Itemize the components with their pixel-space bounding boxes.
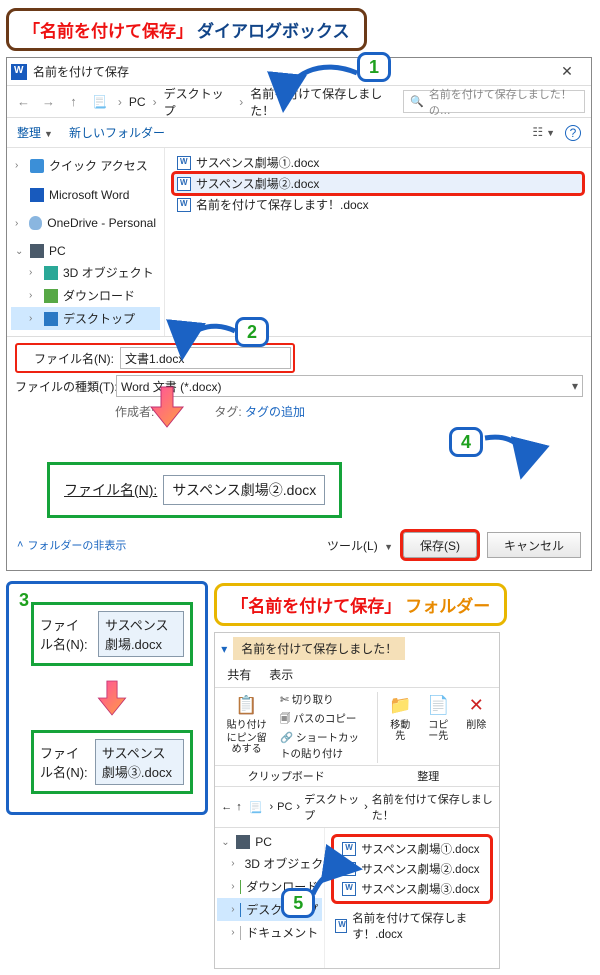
step3-before-value: サスペンス劇場.docx <box>98 611 184 657</box>
organize-menu[interactable]: 整理▼ <box>17 124 53 141</box>
cut-button[interactable]: ✄ 切り取り <box>280 692 334 709</box>
new-folder-button[interactable]: 新しいフォルダー <box>69 124 165 141</box>
nav-back[interactable]: ← <box>221 801 232 813</box>
word-file-icon <box>177 156 191 170</box>
callout-badge-5: 5 <box>281 888 315 918</box>
file-row[interactable]: サスペンス劇場②.docx <box>338 859 486 879</box>
moveto-icon[interactable]: 📁 <box>387 692 413 718</box>
callout-badge-2: 2 <box>235 317 269 347</box>
tag-label: タグ: <box>214 405 241 419</box>
step3-after: ファイル名(N): サスペンス劇場③.docx <box>31 730 193 794</box>
filename-area: 2 ファイル名(N): 文書1.docx ファイルの種類(T): Word 文書… <box>7 336 591 522</box>
arrow-1 <box>272 63 362 113</box>
save-as-dialog: 名前を付けて保存 ✕ ← → ↑ 📃 › PC › デスクトップ › 名前を付け… <box>6 57 592 571</box>
crumb-pc[interactable]: PC <box>129 95 146 109</box>
arrow-5 <box>309 864 359 900</box>
ribbon-group-clipboard: クリップボード <box>215 766 357 786</box>
step3-panel: 3 ファイル名(N): サスペンス劇場.docx ファイル名(N): サスペンス… <box>6 581 208 815</box>
file-row[interactable]: 名前を付けて保存します！.docx <box>331 908 493 944</box>
tree-desktop[interactable]: ›デスクトップ <box>11 307 160 330</box>
file-row-selected[interactable]: サスペンス劇場②.docx <box>173 173 583 194</box>
tree-word[interactable]: Microsoft Word <box>11 185 160 205</box>
annotation-header-folder: 「名前を付けて保存」 フォルダー <box>214 583 507 626</box>
paste-shortcut-button[interactable]: 🔗 ショートカットの貼り付け <box>280 730 367 764</box>
callout-badge-1: 1 <box>357 52 391 82</box>
nav-forward[interactable]: → <box>38 91 59 113</box>
tree-3d[interactable]: ›3D オブジェクト <box>11 261 160 284</box>
save-button[interactable]: 保存(S) <box>403 532 477 558</box>
close-button[interactable]: ✕ <box>547 58 587 86</box>
pink-arrow-down-2 <box>95 678 129 718</box>
explorer-file-list: サスペンス劇場①.docx サスペンス劇場②.docx サスペンス劇場③.doc… <box>325 828 499 968</box>
chevron-down-icon[interactable]: ▾ <box>221 642 227 656</box>
step3-after-value: サスペンス劇場③.docx <box>95 739 184 785</box>
search-placeholder: 名前を付けて保存しました！の… <box>429 86 578 118</box>
word-file-icon <box>342 842 356 856</box>
step3-before: ファイル名(N): サスペンス劇場.docx <box>31 602 193 666</box>
help-button[interactable]: ? <box>565 125 581 141</box>
filename-label: ファイル名(N): <box>19 350 114 367</box>
filetype-label: ファイルの種類(T): <box>15 378 110 395</box>
file-row[interactable]: サスペンス劇場①.docx <box>173 152 583 173</box>
etree-docs[interactable]: ›ドキュメント <box>217 921 322 944</box>
tab-view[interactable]: 表示 <box>269 666 293 683</box>
file-row[interactable]: サスペンス劇場①.docx <box>338 839 486 859</box>
tree-quick-access[interactable]: ›クイック アクセス <box>11 154 160 177</box>
crumb-root-icon[interactable]: 📃 <box>88 95 111 109</box>
nav-up[interactable]: ↑ <box>63 91 84 113</box>
tree-onedrive[interactable]: ›OneDrive - Personal <box>11 213 160 233</box>
dialog-bottom-bar: ˄フォルダーの非表示 ツール(L) ▼ 保存(S) キャンセル <box>7 522 591 570</box>
nav-back[interactable]: ← <box>13 91 34 113</box>
tools-menu[interactable]: ツール(L) ▼ <box>327 537 393 554</box>
search-input[interactable]: 🔍 名前を付けて保存しました！の… <box>403 90 585 113</box>
word-app-icon <box>11 64 27 80</box>
crumb-desktop[interactable]: デスクトップ <box>164 85 233 119</box>
gfn-label: ファイル名(N): <box>64 480 157 500</box>
word-file-icon <box>177 177 191 191</box>
crumb-folder[interactable]: 名前を付けて保存しました！ <box>372 791 493 823</box>
search-icon: 🔍 <box>410 95 424 108</box>
anno-quoted: 「名前を付けて保存」 <box>23 17 193 42</box>
arrow-2 <box>175 323 241 359</box>
explorer-title: 名前を付けて保存しました！ <box>233 637 405 660</box>
arrow-4 <box>481 432 541 478</box>
word-file-icon <box>335 919 347 933</box>
ribbon: 📋貼り付けにピン留めする ✄ 切り取り 🗐 パスのコピー 🔗 ショートカットの貼… <box>215 687 499 766</box>
explorer-navbar: ← ↑ 📃 › PC › デスクトップ › 名前を付けて保存しました！ <box>215 787 499 828</box>
dialog-toolbar: 整理▼ 新しいフォルダー ☷▼ ? 1 <box>7 118 591 148</box>
pink-arrow-down <box>147 385 187 429</box>
window-title: 名前を付けて保存 <box>33 63 129 80</box>
annotation-header-dialog: 「名前を付けて保存」 ダイアログボックス <box>6 8 367 51</box>
paste-icon[interactable]: 📋 <box>234 692 260 718</box>
file-row[interactable]: サスペンス劇場③.docx <box>338 879 486 899</box>
explorer-window: ▾ 名前を付けて保存しました！ 共有 表示 📋貼り付けにピン留めする ✄ 切り取… <box>214 632 500 969</box>
crumb-pc[interactable]: PC <box>277 801 292 813</box>
crumb-desktop[interactable]: デスクトップ <box>304 791 360 823</box>
hide-folders-toggle[interactable]: ˄フォルダーの非表示 <box>17 537 126 553</box>
callout-badge-4: 4 <box>449 427 483 457</box>
etree-pc[interactable]: ⌄PC <box>217 832 322 852</box>
green-filename-callout: ファイル名(N): サスペンス劇場②.docx <box>47 462 342 518</box>
view-options-button[interactable]: ☷▼ <box>532 125 555 141</box>
tree-downloads[interactable]: ›ダウンロード <box>11 284 160 307</box>
delete-icon[interactable]: ✕ <box>463 692 489 718</box>
chevron-up-icon: ˄ <box>17 539 23 551</box>
tree-pc[interactable]: ⌄PC <box>11 241 160 261</box>
anno-rest: ダイアログボックス <box>197 17 350 42</box>
etree-3d[interactable]: ›3D オブジェクト <box>217 852 322 875</box>
tab-share[interactable]: 共有 <box>227 666 251 683</box>
callout-badge-3: 3 <box>19 590 29 611</box>
nav-tree: ›クイック アクセス Microsoft Word ›OneDrive - Pe… <box>7 148 165 336</box>
nav-up[interactable]: ↑ <box>236 801 242 813</box>
ribbon-group-organize: 整理 <box>357 766 499 786</box>
copyto-icon[interactable]: 📄 <box>425 692 451 718</box>
file-list: サスペンス劇場①.docx サスペンス劇場②.docx 名前を付けて保存します！… <box>165 148 591 336</box>
cancel-button[interactable]: キャンセル <box>487 532 581 558</box>
tag-add-link[interactable]: タグの追加 <box>245 405 305 419</box>
gfn-value: サスペンス劇場②.docx <box>163 475 325 505</box>
file-row[interactable]: 名前を付けて保存します！.docx <box>173 194 583 215</box>
word-file-icon <box>177 198 191 212</box>
copypath-button[interactable]: 🗐 パスのコピー <box>280 711 356 728</box>
